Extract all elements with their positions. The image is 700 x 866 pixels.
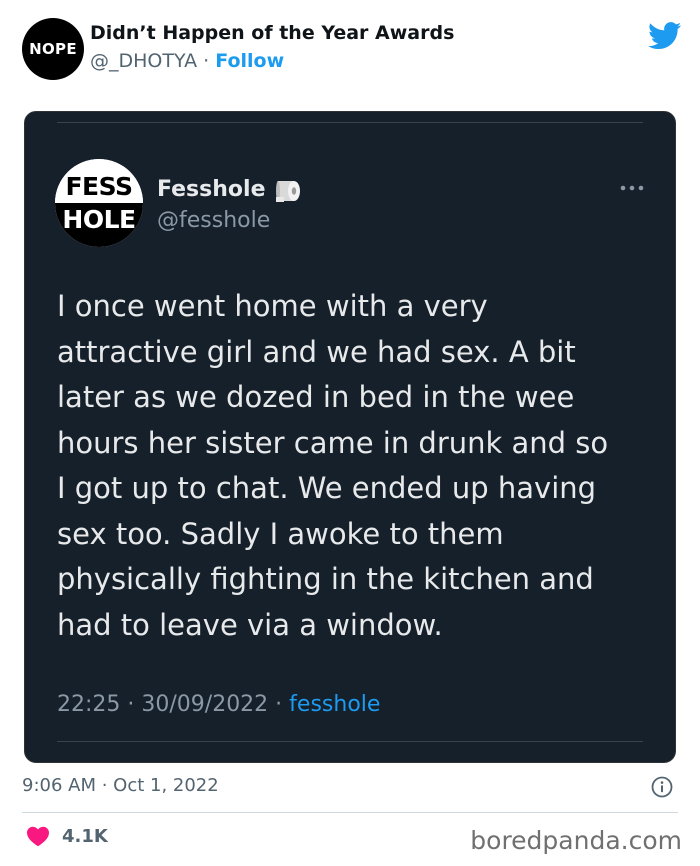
embed-top-divider <box>57 122 643 123</box>
embedded-source-link[interactable]: fesshole <box>289 692 380 717</box>
heart-icon[interactable] <box>26 825 50 847</box>
embedded-tweet-text: I once went home with a very attractive … <box>57 289 609 642</box>
twitter-bird-icon[interactable] <box>648 22 682 50</box>
follow-button[interactable]: Follow <box>215 50 284 72</box>
separator-dot: · <box>197 50 216 72</box>
embedded-tweet[interactable]: FESS HOLE Fesshole @fesshole I once went… <box>24 111 676 763</box>
toilet-paper-icon <box>275 181 300 202</box>
avatar-logo-bottom: HOLE <box>55 203 143 247</box>
like-action[interactable]: 4.1K <box>26 825 108 847</box>
author-avatar[interactable]: NOPE <box>22 18 84 80</box>
embedded-author-name-row: Fesshole <box>157 175 304 203</box>
info-icon[interactable] <box>651 776 673 798</box>
embedded-author-avatar[interactable]: FESS HOLE <box>55 159 143 247</box>
tweet-header: NOPE Didn’t Happen of the Year Awards @_… <box>22 18 682 80</box>
like-count: 4.1K <box>62 825 108 847</box>
tweet-timestamp[interactable]: 9:06 AM · Oct 1, 2022 <box>22 775 219 796</box>
author-handle[interactable]: @_DHOTYA <box>90 50 197 72</box>
embedded-tweet-meta: 22:25 · 30/09/2022 · fesshole <box>57 692 380 717</box>
tweet-card: NOPE Didn’t Happen of the Year Awards @_… <box>0 0 700 866</box>
embedded-timestamp[interactable]: 22:25 · 30/09/2022 <box>57 692 268 717</box>
separator-dot: · <box>268 692 290 717</box>
embedded-author-handle[interactable]: @fesshole <box>157 208 270 233</box>
author-handle-row: @_DHOTYA · Follow <box>90 50 284 72</box>
source-watermark: boredpanda.com <box>470 826 682 855</box>
author-display-name[interactable]: Didn’t Happen of the Year Awards <box>90 22 454 44</box>
embed-bottom-divider <box>57 741 643 742</box>
footer-divider <box>22 812 678 813</box>
avatar-logo-top: FESS <box>55 159 143 203</box>
more-horizontal-icon[interactable] <box>619 184 645 192</box>
embedded-author-display-name[interactable]: Fesshole <box>157 177 266 202</box>
